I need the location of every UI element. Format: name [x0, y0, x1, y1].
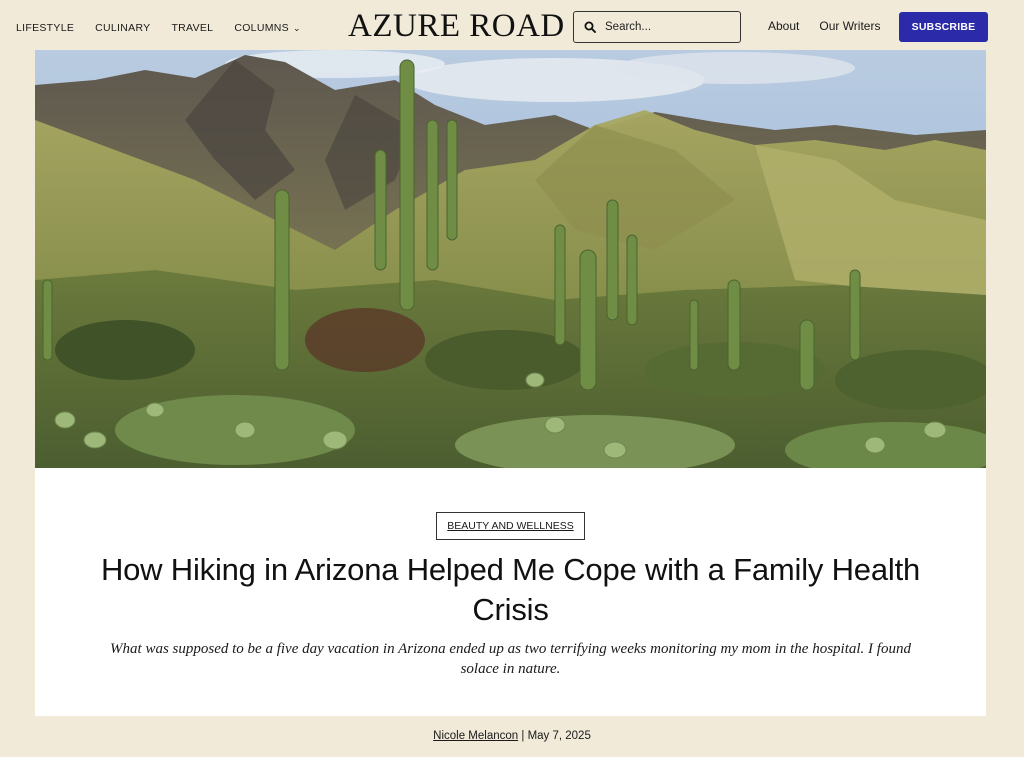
category-tag[interactable]: BEAUTY AND WELLNESS	[436, 512, 585, 540]
byline: Nicole Melancon | May 7, 2025	[0, 730, 1024, 742]
nav-our-writers[interactable]: Our Writers	[819, 19, 880, 33]
secondary-nav: About Our Writers	[768, 19, 900, 33]
primary-nav: LIFESTYLE CULINARY TRAVEL COLUMNS ⌄	[16, 22, 322, 34]
article-subtitle: What was supposed to be a five day vacat…	[110, 641, 911, 677]
search-input[interactable]	[605, 21, 735, 33]
byline-separator: |	[521, 730, 525, 742]
publish-date: May 7, 2025	[527, 730, 591, 742]
author-link[interactable]: Nicole Melancon	[433, 730, 518, 742]
nav-travel[interactable]: TRAVEL	[171, 22, 213, 34]
article-title: How Hiking in Arizona Helped Me Cope wit…	[100, 552, 921, 627]
desert-landscape-photo	[35, 50, 986, 468]
search-icon	[584, 21, 596, 33]
subscribe-button[interactable]: SUBSCRIBE	[899, 12, 988, 42]
nav-columns-label: COLUMNS	[234, 22, 289, 34]
site-logo[interactable]: AZURE ROAD	[348, 8, 564, 45]
nav-about[interactable]: About	[768, 19, 799, 33]
chevron-down-icon: ⌄	[292, 22, 301, 33]
nav-lifestyle[interactable]: LIFESTYLE	[16, 22, 74, 34]
search-box[interactable]	[573, 11, 741, 43]
hero-image	[35, 50, 986, 468]
nav-columns[interactable]: COLUMNS ⌄	[234, 22, 300, 34]
nav-culinary[interactable]: CULINARY	[95, 22, 150, 34]
site-header: LIFESTYLE CULINARY TRAVEL COLUMNS ⌄ AZUR…	[0, 0, 1024, 56]
article-header-card: BEAUTY AND WELLNESS How Hiking in Arizon…	[35, 468, 986, 716]
